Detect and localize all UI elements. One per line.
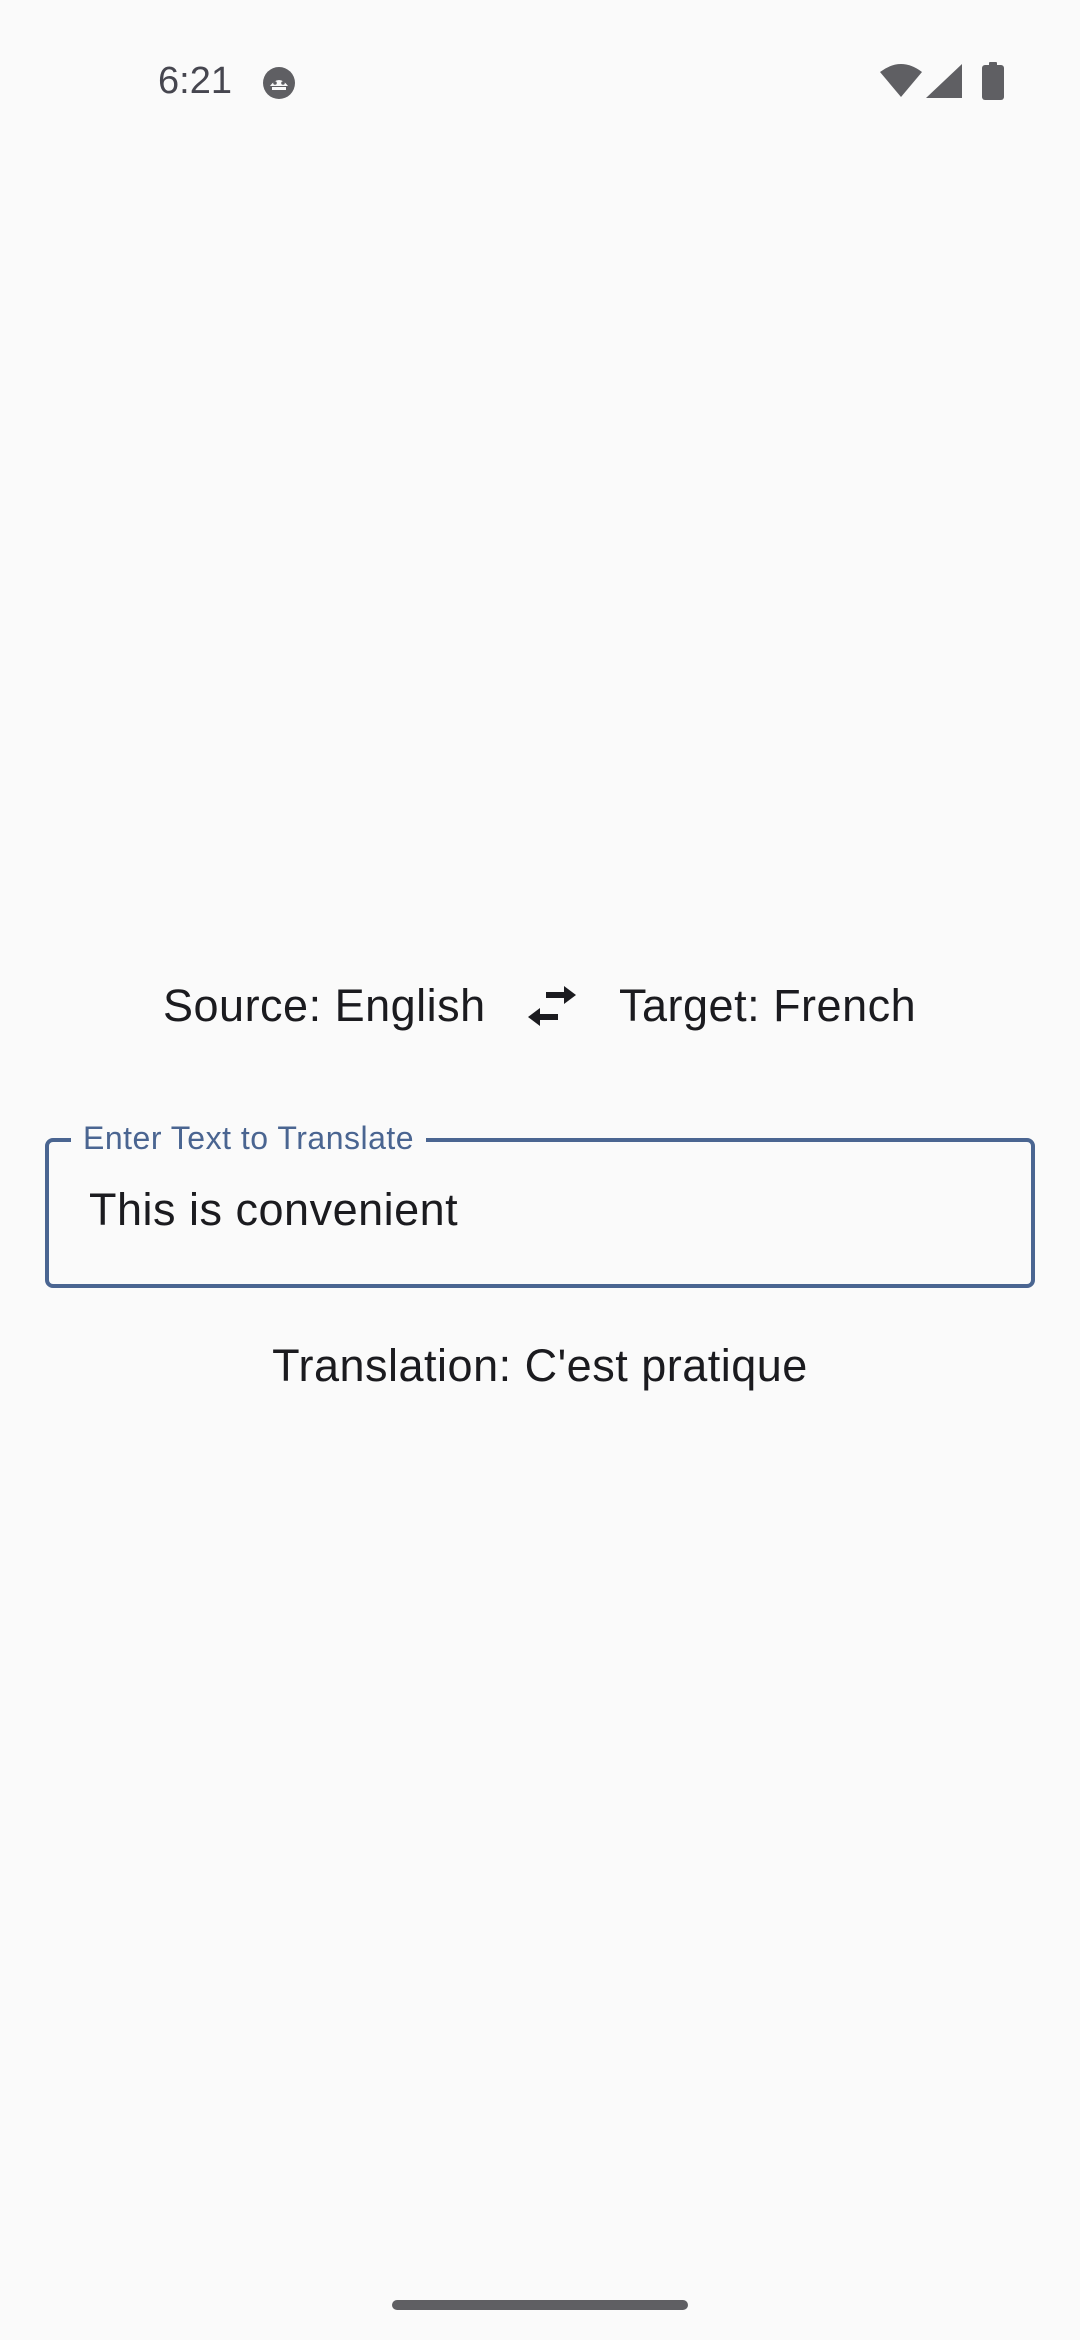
language-selector-row: Source: English Target: French [0,972,1080,1042]
status-bar: 6:21 [0,0,1080,120]
translate-input[interactable] [89,1184,989,1236]
source-language[interactable]: Source: English [163,980,486,1032]
wifi-icon [880,64,922,97]
swap-languages-button[interactable] [518,972,586,1040]
translate-text-field[interactable]: Enter Text to Translate [45,1118,1035,1288]
text-field-label: Enter Text to Translate [71,1118,427,1158]
cell-signal-icon [926,64,962,98]
status-time: 6:21 [158,60,232,102]
home-indicator[interactable] [392,2300,688,2310]
swap-horiz-icon [528,986,576,1026]
target-language[interactable]: Target: French [619,980,916,1032]
android-head-icon [262,66,296,100]
translation-result: Translation: C'est pratique [272,1340,808,1391]
battery-icon [982,62,1004,100]
